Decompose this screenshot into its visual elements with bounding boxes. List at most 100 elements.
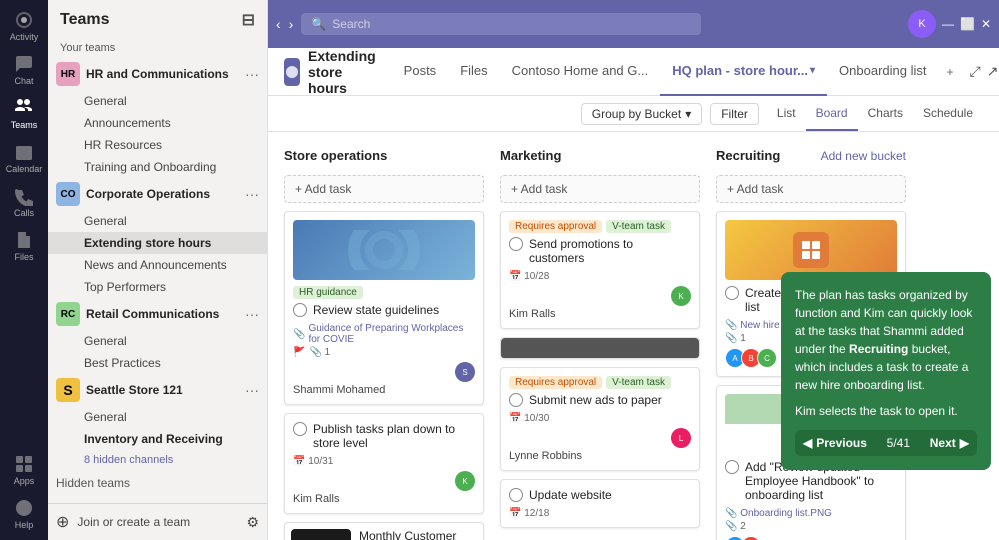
team-seattle-more[interactable]: ··· [245, 382, 259, 398]
task-card-feedback[interactable]: Thank You for Shopping With us (online) … [284, 522, 484, 540]
channel-hr-resources[interactable]: HR Resources [48, 134, 267, 156]
tab-add-icon[interactable]: + [939, 48, 962, 96]
nav-icon-help[interactable]: Help [4, 494, 44, 534]
add-task-recruiting[interactable]: + Add task [716, 175, 906, 203]
nav-rail: Activity Chat Teams Calendar Calls Files… [0, 0, 48, 540]
restore-icon[interactable]: ⬜ [960, 17, 975, 31]
channel-general-seattle[interactable]: General [48, 406, 267, 428]
team-hr-name: HR and Communications [86, 67, 245, 81]
add-task-store-ops[interactable]: + Add task [284, 175, 484, 203]
col-store-ops: Store operations + Add task HR guidance … [284, 144, 484, 528]
join-create-team[interactable]: ⊕ Join or create a team ⚙ [48, 503, 267, 540]
search-input[interactable] [332, 17, 691, 31]
tooltip-nav: ◀ Previous 5/41 Next ▶ [795, 430, 977, 456]
task-checkbox-review[interactable] [293, 303, 307, 317]
channel-top-performers[interactable]: Top Performers [48, 276, 267, 298]
nav-icon-chat[interactable]: Chat [4, 50, 44, 90]
channel-inventory[interactable]: Inventory and Receiving [48, 428, 267, 450]
view-tab-board[interactable]: Board [806, 97, 858, 131]
task-checkbox-new-hire[interactable] [725, 286, 739, 300]
nav-icon-calls[interactable]: Calls [4, 182, 44, 222]
nav-icon-calendar[interactable]: Calendar [4, 138, 44, 178]
minimize-icon[interactable]: — [942, 17, 954, 31]
task-card-outreach[interactable]: Customer outreach V-team task Customer o… [500, 337, 700, 359]
team-hr[interactable]: HR HR and Communications ··· [48, 58, 267, 90]
channel-announcements[interactable]: Announcements [48, 112, 267, 134]
channel-general-retail[interactable]: General [48, 330, 267, 352]
view-tab-schedule[interactable]: Schedule [913, 97, 983, 131]
topbar: ‹ › 🔍 K — ⬜ ✕ [268, 0, 999, 48]
tooltip-next-button[interactable]: Next ▶ [930, 434, 969, 452]
channel-extending-store[interactable]: Extending store hours [48, 232, 267, 254]
task-checkbox-ads[interactable] [509, 393, 523, 407]
task-card-hr-guidance[interactable]: HR guidance Review state guidelines 📎 Gu… [284, 211, 484, 405]
team-corp-more[interactable]: ··· [245, 186, 259, 202]
task-avatar-kim: K [455, 471, 475, 491]
team-corp[interactable]: CO Corporate Operations ··· [48, 178, 267, 210]
group-by-button[interactable]: Group by Bucket ▾ [581, 103, 702, 125]
tab-onboarding[interactable]: Onboarding list [827, 48, 938, 96]
close-icon[interactable]: ✕ [981, 17, 991, 31]
task-avatar-ob-2: B [741, 536, 761, 540]
tab-posts[interactable]: Posts [392, 48, 449, 96]
task-title-publish: Publish tasks plan down to store level [313, 422, 475, 450]
task-meta-publish: 📅 10/31 [293, 456, 475, 467]
sidebar-title: Teams ⊟ [48, 0, 267, 40]
share-icon[interactable]: ↗ [987, 63, 999, 80]
task-checkbox-website[interactable] [509, 488, 523, 502]
task-row-publish: Publish tasks plan down to store level [293, 422, 475, 454]
team-retail[interactable]: RC Retail Communications ··· [48, 298, 267, 330]
task-card-website[interactable]: Update website 📅 12/18 [500, 479, 700, 528]
tooltip-prev-button[interactable]: ◀ Previous [803, 434, 867, 452]
tab-files[interactable]: Files [448, 48, 499, 96]
task-meta-ads: 📅 10/30 [509, 413, 691, 424]
task-checkbox-publish[interactable] [293, 422, 307, 436]
channel-training[interactable]: Training and Onboarding [48, 156, 267, 178]
expand-icon[interactable]: ⤢ [970, 63, 981, 80]
task-checkbox-promo[interactable] [509, 237, 523, 251]
team-seattle-icon: S [56, 378, 80, 402]
tab-contoso[interactable]: Contoso Home and G... [500, 48, 661, 96]
forward-icon[interactable]: › [289, 16, 294, 32]
task-row-promotions: Send promotions to customers [509, 237, 691, 269]
tooltip-highlight: Recruiting [849, 342, 908, 356]
team-seattle[interactable]: S Seattle Store 121 ··· [48, 374, 267, 406]
view-tab-charts[interactable]: Charts [858, 97, 913, 131]
task-meta-onboard: 📎 2 [725, 521, 897, 532]
add-task-marketing[interactable]: + Add task [500, 175, 700, 203]
main-content: ‹ › 🔍 K — ⬜ ✕ Extending store hours Post… [268, 0, 999, 540]
back-icon[interactable]: ‹ [276, 16, 281, 32]
add-new-bucket-btn[interactable]: Add new bucket [821, 145, 906, 167]
nav-icon-files[interactable]: Files [4, 226, 44, 266]
sidebar-filter-icon[interactable]: ⊟ [242, 10, 255, 30]
channel-title: Extending store hours [308, 48, 376, 96]
search-bar[interactable]: 🔍 [301, 13, 701, 35]
team-hr-more[interactable]: ··· [245, 66, 259, 82]
channel-best-practices[interactable]: Best Practices [48, 352, 267, 374]
task-card-promotions[interactable]: Requires approval V-team task Send promo… [500, 211, 700, 329]
view-tab-list[interactable]: List [767, 97, 806, 131]
channel-news[interactable]: News and Announcements [48, 254, 267, 276]
tab-dropdown-icon[interactable]: ▾ [810, 65, 815, 76]
filter-button[interactable]: Filter [710, 103, 759, 125]
card-badges-ads: Requires approval V-team task [509, 376, 691, 389]
badge-requires-approval-2: Requires approval [509, 376, 602, 389]
hidden-channels[interactable]: 8 hidden channels [48, 450, 267, 470]
view-tabs: List Board Charts Schedule [767, 97, 983, 131]
channel-general-corp[interactable]: General [48, 210, 267, 232]
team-retail-more[interactable]: ··· [245, 306, 259, 322]
user-avatar[interactable]: K [908, 10, 936, 38]
sidebar-settings-icon[interactable]: ⚙ [246, 514, 259, 531]
nav-icon-teams[interactable]: Teams [4, 94, 44, 134]
channel-icon [284, 58, 300, 86]
channel-general-hr[interactable]: General [48, 90, 267, 112]
task-card-ads[interactable]: Requires approval V-team task Submit new… [500, 367, 700, 471]
task-card-publish[interactable]: Publish tasks plan down to store level 📅… [284, 413, 484, 514]
nav-icon-apps[interactable]: Apps [4, 450, 44, 490]
hidden-teams[interactable]: Hidden teams [48, 470, 267, 496]
task-checkbox-onboard[interactable] [725, 460, 739, 474]
nav-icon-activity[interactable]: Activity [4, 6, 44, 46]
search-icon: 🔍 [311, 17, 326, 31]
tab-hq-plan[interactable]: HQ plan - store hour... ▾ [660, 48, 827, 96]
customer-img: Customer outreach [501, 338, 699, 359]
